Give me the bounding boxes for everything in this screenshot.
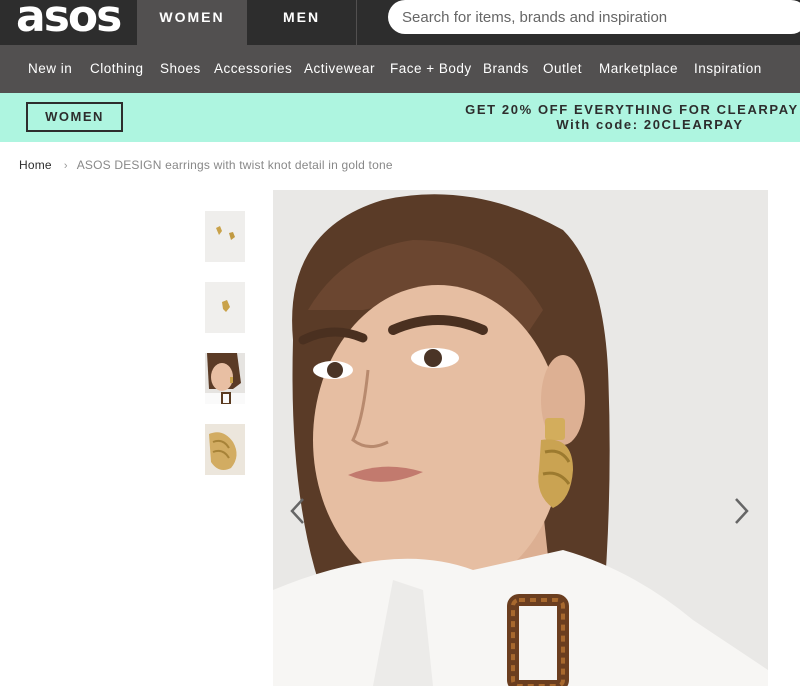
chevron-right-icon [735,498,749,524]
top-header: asos WOMEN MEN [0,0,800,45]
breadcrumb-separator: › [63,160,68,172]
nav-item-activewear[interactable]: Activewear [304,45,375,93]
thumbnail-earring-closeup[interactable] [205,424,245,475]
promo-code: With code: 20CLEARPAY [556,117,744,132]
thumbnail-single-earring[interactable] [205,282,245,333]
promo-text: GET 20% OFF EVERYTHING FOR CLEARPAY DAY … [440,102,800,132]
breadcrumb: Home › ASOS DESIGN earrings with twist kno… [19,158,393,172]
tab-women[interactable]: WOMEN [137,0,247,45]
thumbnail-model-wearing[interactable] [205,353,245,404]
search-input[interactable] [402,0,792,34]
product-main-image[interactable] [273,190,768,686]
prev-image-button[interactable] [283,496,313,526]
model-photo [273,190,768,686]
nav-item-clothing[interactable]: Clothing [90,45,144,93]
nav-item-face-body[interactable]: Face + Body [390,45,472,93]
next-image-button[interactable] [726,496,756,526]
nav-item-new-in[interactable]: New in [28,45,72,93]
breadcrumb-home[interactable]: Home [19,158,52,172]
search-bar[interactable] [388,0,800,34]
nav-item-shoes[interactable]: Shoes [160,45,201,93]
promo-headline: GET 20% OFF EVERYTHING FOR CLEARPAY DAY [465,102,800,117]
asos-logo[interactable]: asos [16,0,122,45]
breadcrumb-current: ASOS DESIGN earrings with twist knot det… [76,158,393,172]
chevron-left-icon [290,498,304,524]
nav-item-inspiration[interactable]: Inspiration [694,45,762,93]
promo-women-button[interactable]: WOMEN [26,102,123,132]
promo-banner[interactable]: WOMEN GET 20% OFF EVERYTHING FOR CLEARPA… [0,93,800,142]
tab-men[interactable]: MEN [247,0,357,45]
nav-item-marketplace[interactable]: Marketplace [599,45,678,93]
thumbnail-earrings-pair[interactable] [205,211,245,262]
nav-item-brands[interactable]: Brands [483,45,529,93]
nav-item-outlet[interactable]: Outlet [543,45,582,93]
nav-item-accessories[interactable]: Accessories [214,45,292,93]
category-nav: New in Clothing Shoes Accessories Active… [0,45,800,93]
